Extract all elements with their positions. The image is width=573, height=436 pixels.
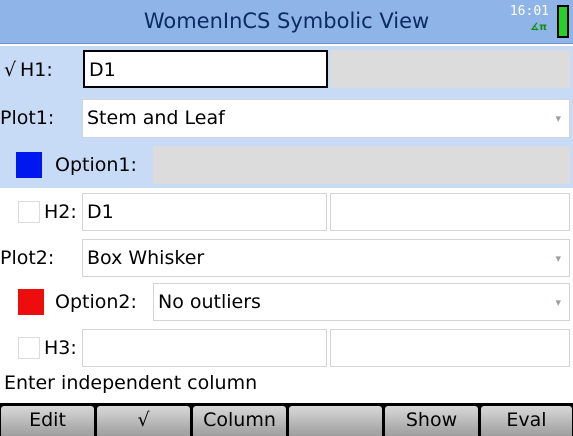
h2-column-field[interactable]: D1 — [82, 193, 327, 231]
option2-label: Option2: — [55, 291, 137, 313]
clock: 16:01 — [509, 4, 549, 19]
check-button[interactable]: √ — [97, 406, 190, 436]
option2-dropdown-icon: ▾ — [555, 296, 561, 309]
row-plot1: Plot1: Stem and Leaf ▾ — [0, 96, 573, 142]
h1-checkmark-icon[interactable]: √ — [4, 59, 16, 81]
plot1-type-select[interactable]: Stem and Leaf ▾ — [82, 99, 570, 138]
h1-color-swatch[interactable] — [16, 152, 42, 178]
h2-label: H2: — [44, 201, 77, 223]
h1-label: H1: — [20, 59, 53, 81]
row-plot2: Plot2: Box Whisker ▾ — [0, 236, 573, 280]
h3-second-column-field[interactable] — [330, 329, 570, 367]
title-bar: WomenInCS Symbolic View 16:01 ∡π — [0, 0, 573, 44]
eval-button[interactable]: Eval — [481, 406, 572, 436]
menu-bar: Edit √ Column Show Eval — [0, 403, 573, 436]
plot1-label: Plot1: — [0, 107, 55, 129]
plot2-dropdown-icon: ▾ — [555, 252, 561, 265]
option2-select[interactable]: No outliers ▾ — [153, 283, 570, 321]
plot1-dropdown-icon: ▾ — [555, 112, 561, 125]
h3-checkbox[interactable] — [18, 337, 40, 359]
show-button[interactable]: Show — [385, 406, 478, 436]
h3-label: H3: — [44, 337, 77, 359]
h1-second-column-field[interactable] — [330, 50, 570, 88]
h1-column-field[interactable]: D1 — [83, 50, 328, 88]
h3-column-field[interactable] — [82, 329, 327, 367]
angle-mode-indicator: ∡π — [530, 22, 547, 33]
plot2-label: Plot2: — [0, 247, 55, 269]
row-option2: Option2: No outliers ▾ — [0, 281, 573, 325]
edit-button[interactable]: Edit — [1, 406, 94, 436]
h2-second-column-field[interactable] — [330, 193, 570, 231]
column-button[interactable]: Column — [193, 406, 286, 436]
h2-checkbox[interactable] — [18, 201, 40, 223]
help-text: Enter independent column — [4, 372, 258, 394]
plot2-type-select[interactable]: Box Whisker ▾ — [82, 239, 570, 277]
row-h3: H3: — [0, 327, 573, 369]
h2-color-swatch[interactable] — [18, 289, 44, 315]
option1-field[interactable] — [153, 146, 570, 184]
row-option1: Option1: — [0, 142, 573, 188]
battery-icon — [557, 5, 569, 38]
row-h2: H2: D1 — [0, 190, 573, 234]
blank-softkey[interactable] — [289, 406, 382, 436]
option1-label: Option1: — [55, 154, 137, 176]
view-title: WomenInCS Symbolic View — [143, 9, 430, 33]
row-h1: √ H1: D1 — [0, 46, 573, 96]
